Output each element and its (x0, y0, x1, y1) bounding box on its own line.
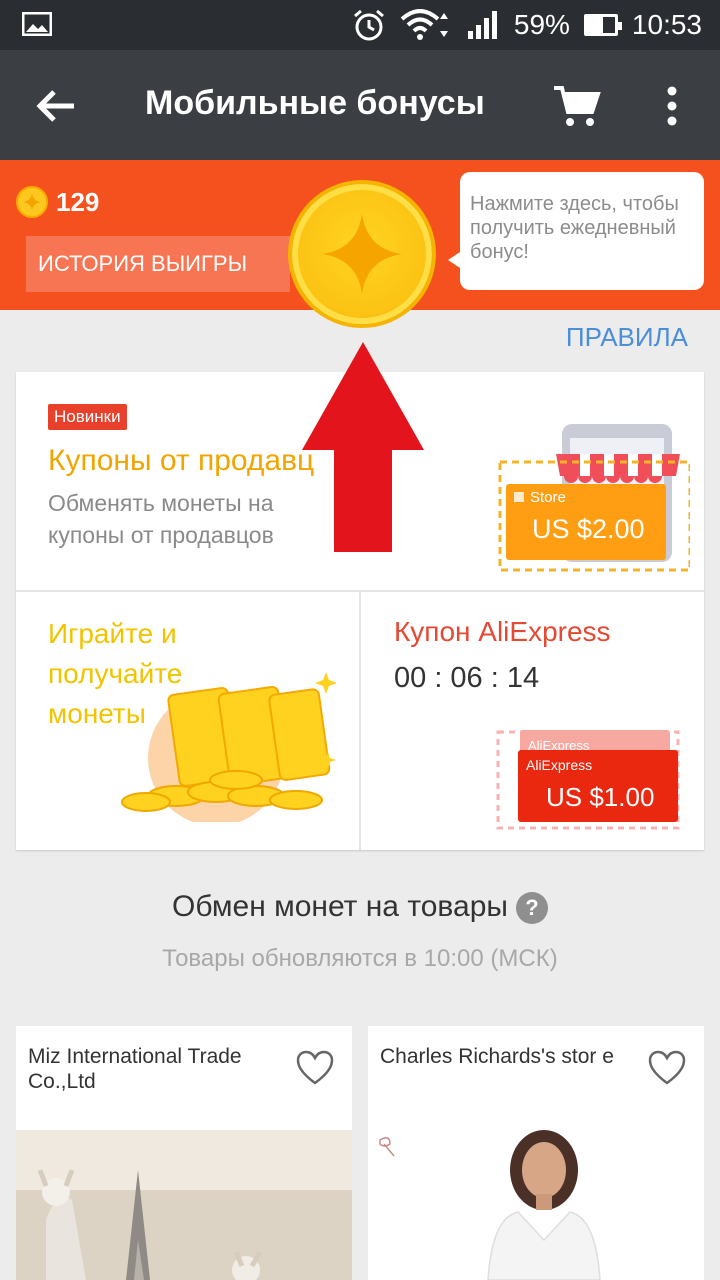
battery-fill (586, 17, 604, 33)
new-badge: Новинки (48, 404, 127, 430)
exchange-section-title: Обмен монет на товары? (0, 890, 720, 925)
aliexpress-coupon-title: Купон AliExpress (394, 616, 611, 647)
alarm-icon (353, 9, 384, 41)
product-image (16, 1130, 352, 1280)
coupon-countdown: 00 : 06 : 14 (394, 662, 540, 694)
exchange-title-text: Обмен монет на товары (172, 890, 508, 923)
coin-icon (16, 186, 48, 218)
app-bar: Мобильные бонусы (0, 50, 720, 160)
daily-bonus-tooltip: Нажмите здесь, чтобы получить ежедневный… (448, 172, 704, 290)
clock: 10:53 (631, 9, 702, 40)
seller-coupons-title: Купоны от продавц (48, 444, 315, 477)
battery-percent: 59% (513, 9, 570, 40)
coin-count: 129 (56, 186, 100, 217)
star-icon (322, 214, 402, 294)
help-icon[interactable]: ? (515, 892, 548, 925)
aliexpress-card-label: AliExpress (526, 757, 592, 773)
more-vert-icon[interactable] (650, 80, 694, 132)
store-coupon-value: US $2.00 (532, 514, 645, 544)
coins-cards-illustration (121, 672, 336, 822)
exchange-subtitle: Товары обновляются в 10:00 (МСК) (162, 945, 558, 972)
product-card[interactable]: Miz International Trade Co.,Ltd (16, 1026, 352, 1280)
store-coupon-illustration: Store US $2.00 (498, 424, 690, 572)
win-history-button[interactable]: ИСТОРИЯ ВЫИГРЫ (26, 236, 290, 292)
signal-icon (467, 11, 497, 39)
back-arrow-icon[interactable] (30, 80, 82, 132)
aliexpress-card-value: US $1.00 (546, 782, 654, 812)
coin-balance: 129 (16, 186, 99, 218)
image-notification-icon (22, 12, 52, 36)
product-card[interactable]: Charles Richards's stor e (368, 1026, 704, 1280)
store-coupon-label: Store (530, 489, 566, 506)
aliexpress-coupon-illustration: AliExpress AliExpress US $1.00 (496, 730, 680, 830)
store-name: Miz International Trade Co.,Ltd (28, 1045, 242, 1093)
product-image (368, 1130, 704, 1280)
wifi-icon (400, 9, 448, 40)
daily-bonus-coin-button[interactable] (292, 184, 432, 324)
cart-icon[interactable] (550, 80, 602, 132)
heart-icon[interactable] (648, 1050, 686, 1086)
status-bar: 59% 10:53 (0, 0, 720, 50)
red-arrow-annotation (302, 342, 424, 552)
rules-link[interactable]: ПРАВИЛА (566, 322, 688, 353)
page-title: Мобильные бонусы (145, 84, 485, 122)
store-name: Charles Richards's stor e (380, 1045, 614, 1068)
bonus-header: 129 ИСТОРИЯ ВЫИГРЫ Нажмите здесь, чтобы … (0, 160, 720, 324)
heart-icon[interactable] (296, 1050, 334, 1086)
battery-icon (583, 14, 622, 36)
